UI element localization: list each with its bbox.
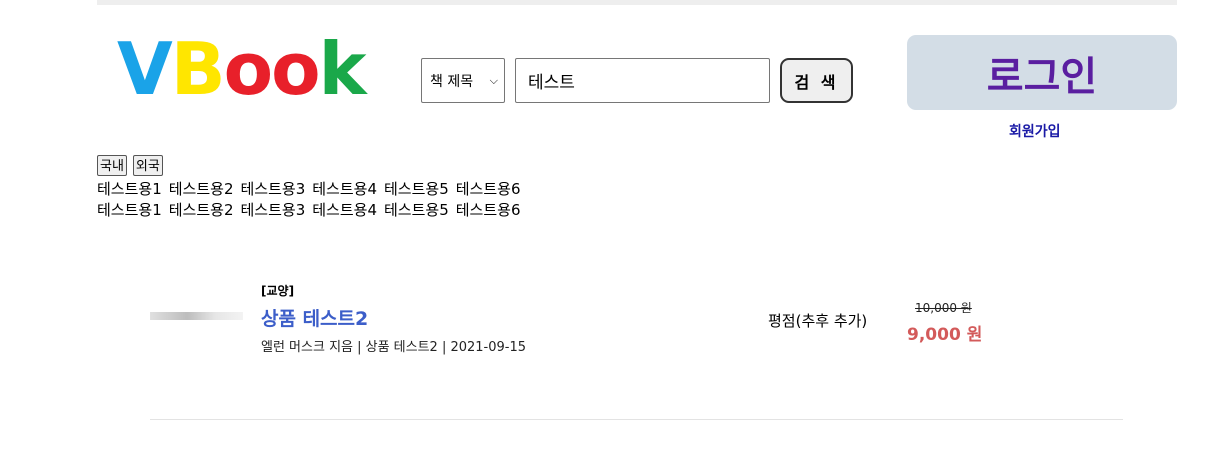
product-thumbnail[interactable] [150,312,243,320]
login-button[interactable]: 로그인 [907,35,1177,110]
subcategory-link[interactable]: 테스트용2 [169,180,234,198]
subcategory-link[interactable]: 테스트용5 [384,201,449,219]
product-title-link[interactable]: 상품 테스트2 [261,304,368,331]
original-price: 10,000 원 [915,301,972,315]
subcategory-link[interactable]: 테스트용5 [384,180,449,198]
subcategory-link[interactable]: 테스트용1 [97,180,162,198]
product-category: [교양] [261,284,295,298]
logo-letter: o [271,27,320,111]
logo-letter: V [117,27,173,111]
subcategory-row: 테스트용1 테스트용2 테스트용3 테스트용4 테스트용5 테스트용6 [97,178,528,199]
subcategory-link[interactable]: 테스트용4 [312,180,377,198]
logo-letter: B [170,27,226,111]
subcategory-link[interactable]: 테스트용6 [456,180,521,198]
search-type-select[interactable]: 책 제목 ⌵ [421,58,505,103]
chevron-down-icon: ⌵ [489,74,498,87]
search-input[interactable]: 테스트 [515,58,770,103]
logo-letter: o [223,27,273,111]
subcategory-link[interactable]: 테스트용2 [169,201,234,219]
subcategory-link[interactable]: 테스트용3 [241,201,306,219]
search-button[interactable]: 검 색 [780,58,853,103]
logo-letter: k [318,27,367,111]
divider [150,419,1123,420]
subcategory-link[interactable]: 테스트용4 [312,201,377,219]
subcategory-link[interactable]: 테스트용6 [456,201,521,219]
search-input-value: 테스트 [528,73,575,93]
subcategory-link[interactable]: 테스트용3 [241,180,306,198]
signup-link[interactable]: 회원가입 [1009,121,1061,141]
sale-price: 9,000 원 [907,325,983,345]
vbook-logo[interactable]: VBook [117,26,367,112]
category-buttons: 국내 외국 [97,155,163,176]
search-type-label: 책 제목 [430,73,474,90]
category-button-domestic[interactable]: 국내 [97,155,127,176]
category-button-foreign[interactable]: 외국 [132,155,163,176]
top-strip [97,0,1177,5]
subcategory-link[interactable]: 테스트용1 [97,201,162,219]
subcategory-row: 테스트용1 테스트용2 테스트용3 테스트용4 테스트용5 테스트용6 [97,199,528,220]
product-meta: 엘런 머스크 지음 | 상품 테스트2 | 2021-09-15 [261,340,527,355]
product-rating: 평점(추후 추가) [768,312,868,330]
